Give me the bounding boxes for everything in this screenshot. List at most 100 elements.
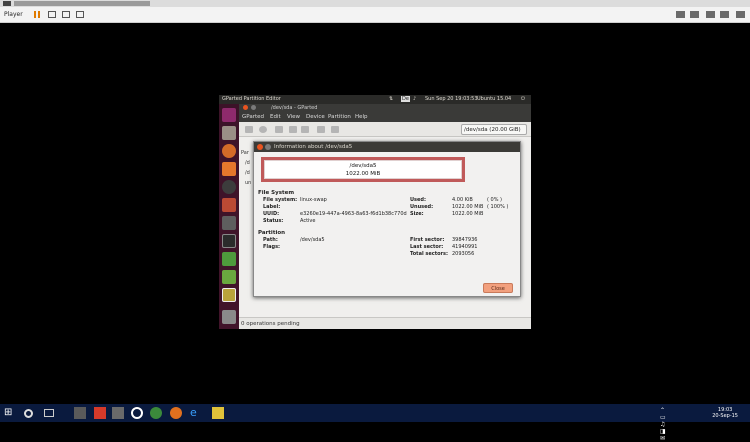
partial-label: Par [241, 150, 249, 156]
delete-icon[interactable] [259, 126, 267, 133]
menu-gparted[interactable]: GParted [242, 114, 264, 120]
window-close-icon[interactable] [243, 105, 248, 110]
firefox-icon[interactable] [170, 407, 182, 419]
menu-help[interactable]: Help [355, 114, 368, 120]
ubuntu-top-panel: GParted Partition Editor ⇅ De ♪ Sun Sep … [219, 95, 531, 104]
partition-info-dialog: Information about /dev/sda5 /dev/sda5 10… [253, 141, 521, 297]
status-label: Status: [263, 218, 284, 224]
first-sector-label: First sector: [410, 237, 445, 243]
total-sectors-label: Total sectors: [410, 251, 448, 257]
menu-view[interactable]: View [287, 114, 300, 120]
partial-label: /d [245, 160, 250, 166]
used-percent: ( 0% ) [487, 197, 503, 203]
fullscreen-icon[interactable] [62, 11, 70, 18]
gparted-icon[interactable] [222, 270, 236, 284]
filesystem-value: linux-swap [300, 197, 327, 203]
unused-value: 1022.00 MiB [452, 204, 484, 210]
dialog-title: Information about /dev/sda5 [274, 144, 353, 150]
nvidia-icon[interactable] [222, 252, 236, 266]
paste-icon[interactable] [301, 126, 309, 133]
unity-icon[interactable] [76, 11, 84, 18]
new-partition-icon[interactable] [245, 126, 253, 133]
device-select[interactable]: /dev/sda (20.00 GiB) [461, 124, 527, 135]
search-icon[interactable] [24, 409, 33, 418]
power-icon[interactable]: ⏻ [521, 96, 525, 102]
session-user[interactable]: Ubuntu 15.04 [477, 96, 511, 102]
trash-icon[interactable] [222, 310, 236, 324]
filesystem-heading: File System [258, 190, 295, 196]
path-label: Path: [263, 237, 278, 243]
taskbar-app-icon[interactable] [131, 407, 143, 419]
menu-device[interactable]: Device [306, 114, 325, 120]
gparted-titlebar: /dev/sda - GParted [239, 104, 531, 117]
app-icon [3, 1, 11, 6]
chrome-icon[interactable] [150, 407, 162, 419]
partition-size: 1022.00 MiB [345, 171, 381, 177]
files-icon[interactable] [222, 126, 236, 140]
gparted-window-title: /dev/sda - GParted [271, 105, 318, 111]
clock-indicator[interactable]: Sun Sep 20 19:03:53 [425, 96, 478, 102]
player-menu[interactable]: Player [4, 11, 23, 18]
player-toolbar: Player [0, 7, 750, 23]
firefox-icon[interactable] [222, 144, 236, 158]
device-select-value: /dev/sda (20.00 GiB) [464, 127, 521, 133]
size-label: Size: [410, 211, 424, 217]
taskbar-app-icon[interactable] [112, 407, 124, 419]
first-sector-value: 39847936 [452, 237, 478, 243]
taskbar-app-icon[interactable] [74, 407, 86, 419]
last-sector-label: Last sector: [410, 244, 444, 250]
dialog-minimize-icon[interactable] [265, 144, 271, 150]
system-tray-icons[interactable]: ⌃ ▭ ♫ ◨ ✉ [660, 407, 672, 442]
device-network-icon[interactable] [720, 11, 729, 18]
flags-label: Flags: [263, 244, 281, 250]
keyboard-indicator[interactable]: De [401, 96, 410, 102]
window-minimize-icon[interactable] [250, 105, 256, 110]
partition-name: /dev/sda5 [349, 163, 377, 169]
updates-icon[interactable] [222, 216, 236, 230]
device-sound-icon[interactable] [736, 11, 745, 18]
menu-partition[interactable]: Partition [328, 114, 351, 120]
active-app-name: GParted Partition Editor [222, 96, 281, 102]
menu-edit[interactable]: Edit [270, 114, 281, 120]
operations-status: 0 operations pending [241, 321, 300, 327]
terminal-icon[interactable] [222, 234, 236, 248]
pause-icon[interactable] [34, 11, 40, 18]
taskbar-clock[interactable]: 19:03 20-Sep-15 [712, 407, 738, 419]
device-cd-icon[interactable] [690, 11, 699, 18]
status-value: Active [300, 218, 316, 224]
copy-icon[interactable] [289, 126, 297, 133]
status-bar: 0 operations pending [239, 317, 531, 329]
clock-date: 20-Sep-15 [712, 413, 738, 419]
task-view-icon[interactable] [44, 409, 54, 417]
dash-icon[interactable] [222, 108, 236, 122]
partition-graphic: /dev/sda5 1022.00 MiB [261, 157, 465, 182]
system-settings-icon[interactable] [222, 198, 236, 212]
used-value: 4.00 KiB [452, 197, 473, 203]
close-button-label: Close [491, 286, 505, 292]
used-label: Used: [410, 197, 427, 203]
partial-label: /d [245, 170, 250, 176]
partition-heading: Partition [258, 230, 286, 236]
close-button[interactable]: Close [483, 283, 513, 293]
undo-icon[interactable] [317, 126, 325, 133]
resize-icon[interactable] [275, 126, 283, 133]
host-titlebar [0, 0, 750, 7]
start-icon[interactable]: ⊞ [4, 407, 16, 419]
last-sector-value: 41940991 [452, 244, 478, 250]
taskbar-app-icon[interactable] [94, 407, 106, 419]
filesystem-label: File system: [263, 197, 298, 203]
software-center-icon[interactable] [222, 162, 236, 176]
gparted-active-icon[interactable] [222, 288, 236, 302]
edge-icon[interactable]: e [190, 407, 202, 419]
dialog-close-icon[interactable] [257, 144, 263, 150]
apply-icon[interactable] [331, 126, 339, 133]
device-usb-icon[interactable] [706, 11, 715, 18]
ubuntu-one-icon[interactable] [222, 180, 236, 194]
volume-icon[interactable]: ♪ [413, 96, 416, 102]
host-title-text-blurred [14, 1, 150, 6]
device-hdd-icon[interactable] [676, 11, 685, 18]
send-keys-icon[interactable] [48, 11, 56, 18]
file-explorer-icon[interactable] [212, 407, 224, 419]
network-icon[interactable]: ⇅ [389, 96, 393, 102]
uuid-label: UUID: [263, 211, 280, 217]
